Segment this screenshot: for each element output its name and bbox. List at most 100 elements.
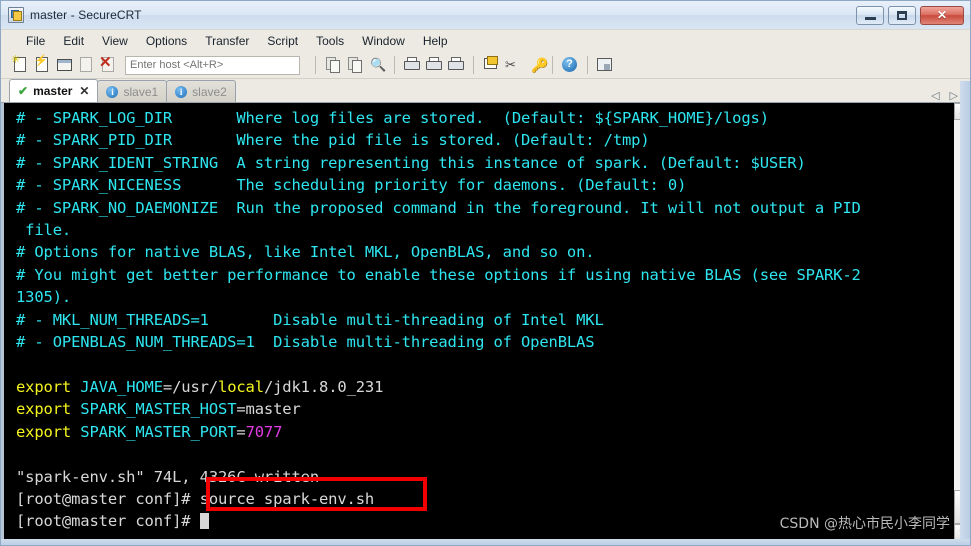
terminal-line: # - SPARK_NO_DAEMONIZE Run the proposed … [16, 197, 953, 219]
menu-item-help[interactable]: Help [414, 32, 457, 50]
title-bar: master - SecureCRT ✕ [1, 1, 970, 29]
terminal-line: # - SPARK_PID_DIR Where the pid file is … [16, 129, 953, 151]
terminal-line: # - MKL_NUM_THREADS=1 Disable multi-thre… [16, 309, 953, 331]
terminal-text: export [16, 377, 81, 396]
tab-strip: ✔ master ✕ i slave1 i slave2 ◁ ▷ [1, 79, 970, 103]
terminal-text: export [16, 422, 81, 441]
menu-item-window[interactable]: Window [353, 32, 414, 50]
terminal-text: =master [236, 400, 301, 419]
terminal-text: SPARK_MASTER_HOST [80, 400, 237, 419]
toolbar: ✳ ⚡ ✕ 🔍 ✂ 🔑 ? [1, 52, 970, 79]
tab-label: slave2 [192, 84, 227, 99]
close-icon[interactable]: ✕ [79, 84, 89, 98]
toolbar-separator [394, 56, 395, 74]
menu-item-transfer[interactable]: Transfer [196, 32, 258, 50]
disconnect-icon[interactable]: ✕ [99, 55, 119, 75]
terminal-text: # - OPENBLAS_NUM_THREADS=1 Disable multi… [16, 333, 595, 352]
minimize-button[interactable] [856, 5, 884, 25]
securecrt-app-icon [8, 7, 24, 23]
terminal-line: file. [16, 219, 953, 241]
terminal-text: =/usr/ [162, 377, 219, 396]
tab-slave1[interactable]: i slave1 [97, 80, 168, 102]
terminal-area: # - SPARK_LOG_DIR Where log files are st… [1, 103, 970, 541]
csdn-watermark: CSDN @热心市民小李同学 [779, 516, 950, 532]
print-screen-icon[interactable] [402, 55, 422, 75]
paste-icon[interactable] [345, 55, 365, 75]
tab-master[interactable]: ✔ master ✕ [9, 79, 99, 102]
terminal-line: export SPARK_MASTER_PORT=7077 [16, 421, 953, 443]
green-check-icon: ✔ [18, 84, 29, 98]
toolbar-separator [315, 56, 316, 74]
terminal-text: [root@master conf]# [16, 512, 200, 531]
close-icon: ✕ [936, 8, 948, 22]
find-icon[interactable]: 🔍 [367, 55, 387, 75]
terminal-line: "spark-env.sh" 74L, 4326C written [16, 466, 953, 488]
menu-item-options[interactable]: Options [137, 32, 196, 50]
reconnect-icon[interactable] [77, 55, 97, 75]
key-icon[interactable]: 🔑 [525, 55, 548, 75]
terminal-text: "spark-env.sh" 74L, 4326C written [16, 467, 319, 486]
terminal-line: # - OPENBLAS_NUM_THREADS=1 Disable multi… [16, 331, 953, 353]
minimize-icon [864, 16, 876, 20]
menu-item-view[interactable]: View [93, 32, 137, 50]
info-icon: i [175, 85, 188, 98]
terminal-text: # - SPARK_NO_DAEMONIZE Run the proposed … [16, 198, 861, 217]
terminal-text: /jdk1.8.0_231 [263, 377, 384, 396]
window-title: master - SecureCRT [30, 8, 142, 22]
window-right-edge [960, 81, 970, 545]
terminal-line: # - SPARK_NICENESS The scheduling priori… [16, 174, 953, 196]
window-controls: ✕ [856, 5, 970, 25]
toolbar-separator [473, 56, 474, 74]
terminal-text: # - SPARK_IDENT_STRING A string represen… [16, 153, 806, 172]
terminal-text: SPARK_MASTER_PORT [80, 422, 237, 441]
help-icon[interactable]: ? [560, 55, 580, 75]
close-button[interactable]: ✕ [920, 5, 964, 25]
terminal-text: # You might get better performance to en… [16, 265, 861, 284]
terminal-text: = [236, 422, 246, 441]
terminal-text: 7077 [245, 422, 283, 441]
global-options-icon[interactable]: ✂ [503, 55, 523, 75]
toolbar-separator [552, 56, 553, 74]
info-icon: i [106, 85, 119, 98]
menu-item-edit[interactable]: Edit [54, 32, 93, 50]
maximize-button[interactable] [888, 5, 916, 25]
terminal-line: # - SPARK_IDENT_STRING A string represen… [16, 152, 953, 174]
terminal-line: [root@master conf]# source spark-env.sh [16, 488, 953, 510]
tab-label: slave1 [123, 84, 159, 99]
new-tab-icon[interactable] [55, 55, 75, 75]
terminal-text: export [16, 400, 81, 419]
tab-prev-icon[interactable]: ◁ [931, 89, 939, 102]
host-input[interactable] [125, 55, 300, 75]
tab-label: master [33, 84, 73, 98]
terminal-text: # Options for native BLAS, like Intel MK… [16, 243, 595, 262]
terminal-text: local [218, 377, 264, 396]
menu-item-file[interactable]: File [17, 32, 54, 50]
terminal-line: # You might get better performance to en… [16, 264, 953, 286]
toolbar-separator [587, 56, 588, 74]
securecrt-window: master - SecureCRT ✕ File Edit View Opti… [0, 0, 971, 546]
log-session-icon[interactable] [424, 55, 444, 75]
terminal-text: # - MKL_NUM_THREADS=1 Disable multi-thre… [16, 310, 604, 329]
terminal-text: # - SPARK_NICENESS The scheduling priori… [16, 176, 687, 195]
tab-next-icon[interactable]: ▷ [950, 89, 958, 102]
connect-icon[interactable]: ⚡ [33, 55, 53, 75]
terminal-text: # - SPARK_PID_DIR Where the pid file is … [16, 131, 650, 150]
session-options-icon[interactable] [481, 55, 501, 75]
new-session-icon[interactable]: ✳ [11, 55, 31, 75]
terminal-line: export JAVA_HOME=/usr/local/jdk1.8.0_231 [16, 376, 953, 398]
maximize-icon [897, 10, 907, 20]
terminal-text: [root@master conf]# source spark-env.sh [16, 489, 375, 508]
menu-item-script[interactable]: Script [258, 32, 307, 50]
arrange-windows-icon[interactable] [595, 55, 615, 75]
terminal-cursor [199, 513, 209, 530]
menu-item-tools[interactable]: Tools [307, 32, 353, 50]
print-icon[interactable] [446, 55, 466, 75]
terminal-text: # - SPARK_LOG_DIR Where log files are st… [16, 109, 769, 127]
copy-icon[interactable] [323, 55, 343, 75]
terminal-line: 1305). [16, 286, 953, 308]
terminal-text: JAVA_HOME [80, 377, 163, 396]
terminal-output[interactable]: # - SPARK_LOG_DIR Where log files are st… [4, 103, 953, 541]
tab-slave2[interactable]: i slave2 [166, 80, 236, 102]
